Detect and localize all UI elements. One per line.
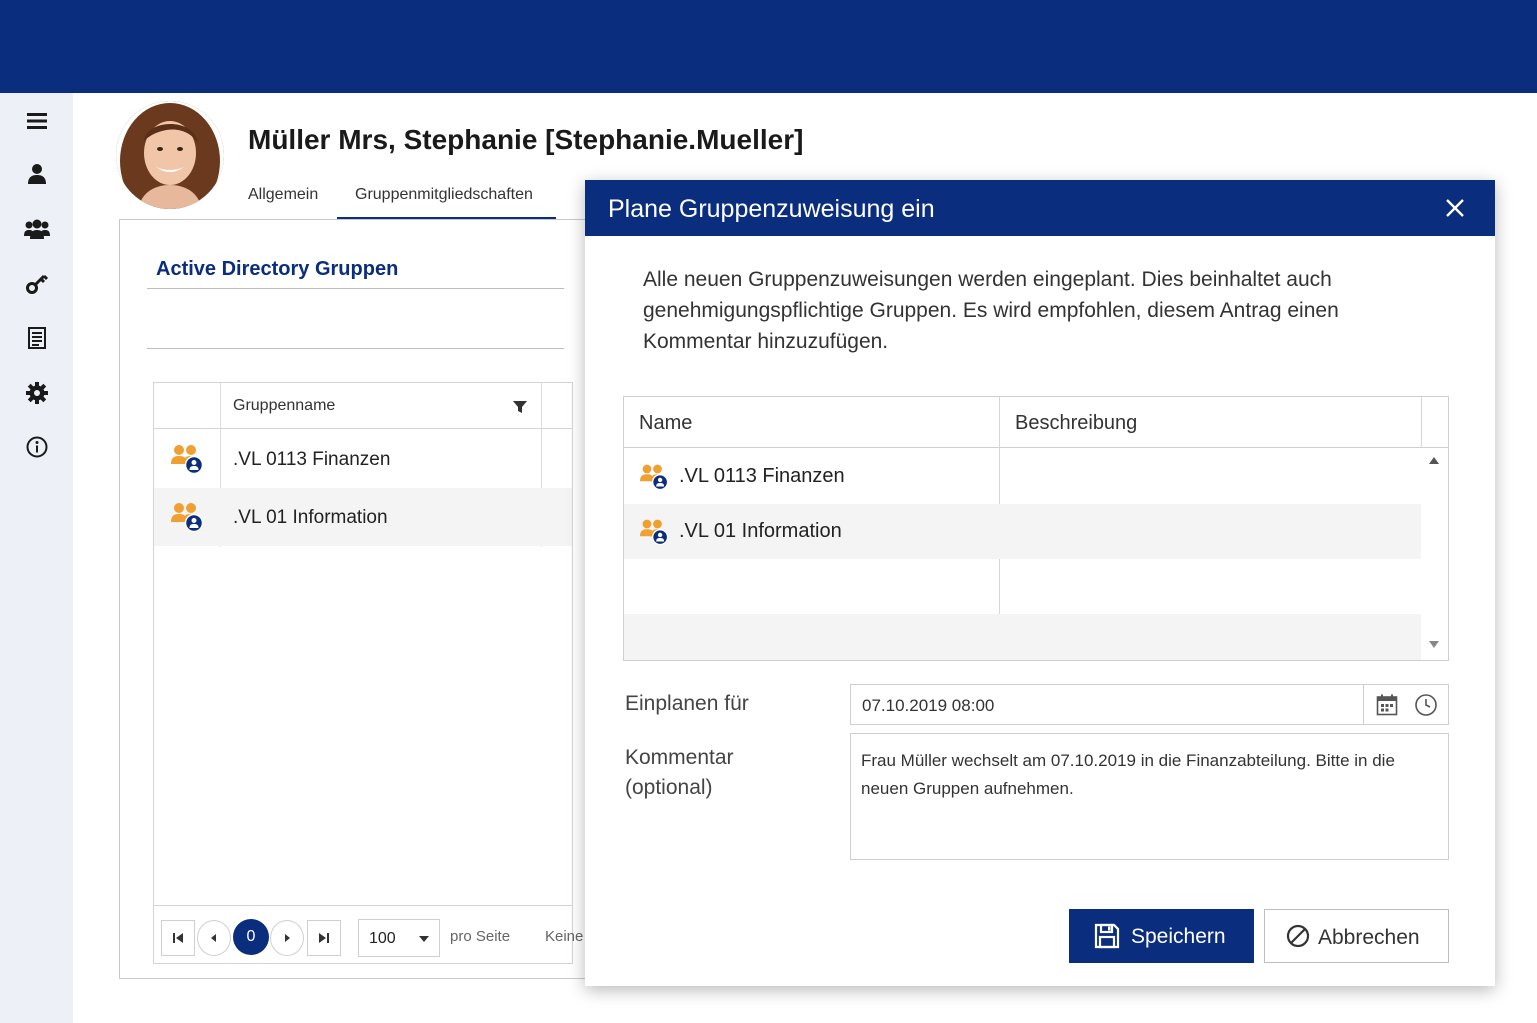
grid-header: Gruppenname (154, 383, 572, 429)
table-row[interactable]: .VL 0113 Finanzen (624, 449, 1421, 504)
avatar (116, 101, 224, 209)
comment-label: Kommentar (optional) (625, 743, 734, 803)
schedule-datetime-field[interactable]: 07.10.2019 08:00 (850, 684, 1449, 725)
document-list-icon[interactable] (22, 323, 52, 353)
divider (147, 348, 564, 349)
filter-icon[interactable] (512, 399, 528, 415)
group-name: .VL 01 Information (679, 520, 842, 542)
next-page-button[interactable] (270, 920, 304, 956)
dialog-header: Plane Gruppenzuweisung ein (585, 180, 1495, 236)
per-page-label: pro Seite (450, 928, 511, 945)
table-row[interactable]: .VL 01 Information (154, 488, 572, 546)
column-header-beschreibung[interactable]: Beschreibung (1015, 412, 1137, 435)
cancel-icon (1286, 924, 1310, 948)
divider (1363, 685, 1364, 724)
calendar-icon[interactable] (1375, 693, 1399, 717)
first-page-button[interactable] (161, 920, 195, 956)
column-header-name[interactable]: Name (639, 412, 692, 435)
info-icon[interactable] (22, 432, 52, 462)
assignment-table: Name Beschreibung .VL 0113 Finanzen .VL … (623, 396, 1449, 661)
page-size-value: 100 (369, 930, 396, 947)
sidebar (0, 93, 73, 1023)
user-icon[interactable] (22, 159, 52, 189)
column-header-gruppenname[interactable]: Gruppenname (233, 397, 335, 415)
schedule-dialog: Plane Gruppenzuweisung ein Alle neuen Gr… (585, 180, 1495, 986)
divider (147, 288, 564, 289)
comment-label-line1: Kommentar (625, 746, 734, 769)
group-icon (640, 464, 669, 490)
schedule-datetime-value: 07.10.2019 08:00 (862, 696, 995, 715)
first-page-icon (173, 933, 183, 943)
scrollbar[interactable] (1421, 448, 1448, 660)
menu-icon[interactable] (22, 106, 52, 136)
pager: 0 100 pro Seite Keine (154, 905, 583, 963)
table-header: Name Beschreibung (624, 397, 1448, 448)
empty-row (624, 614, 1421, 660)
table-row[interactable]: .VL 01 Information (624, 504, 1421, 559)
save-button[interactable]: Speichern (1069, 909, 1254, 963)
cancel-button[interactable]: Abbrechen (1264, 909, 1449, 963)
pager-status: Keine (545, 928, 584, 945)
users-group-icon[interactable] (22, 214, 52, 244)
group-icon (171, 445, 204, 474)
groups-grid: Gruppenname .VL 0113 Finanzen .VL 01 Inf… (153, 382, 583, 964)
top-bar (0, 0, 1537, 93)
floppy-disk-icon (1094, 923, 1120, 949)
empty-row (624, 559, 1421, 614)
chevron-down-icon (419, 936, 429, 942)
group-name: .VL 01 Information (233, 507, 388, 528)
previous-page-button[interactable] (197, 920, 231, 956)
comment-textarea[interactable]: Frau Müller wechselt am 07.10.2019 in di… (850, 733, 1449, 860)
save-button-label: Speichern (1131, 925, 1226, 948)
chevron-right-icon (285, 934, 290, 942)
group-icon (640, 519, 669, 545)
last-page-button[interactable] (307, 920, 341, 956)
group-name: .VL 0113 Finanzen (679, 465, 845, 487)
scroll-up-icon[interactable] (1429, 457, 1439, 464)
group-name: .VL 0113 Finanzen (233, 449, 391, 470)
tab-gruppenmitgliedschaften[interactable]: Gruppenmitgliedschaften (355, 186, 533, 204)
tab-allgemein[interactable]: Allgemein (248, 186, 318, 204)
cancel-button-label: Abbrechen (1318, 926, 1420, 949)
section-title: Active Directory Gruppen (156, 258, 399, 280)
key-icon[interactable] (22, 269, 52, 299)
table-row[interactable]: .VL 0113 Finanzen (154, 430, 572, 488)
schedule-label: Einplanen für (625, 692, 749, 715)
comment-label-line2: (optional) (625, 776, 713, 799)
gear-icon[interactable] (22, 378, 52, 408)
dialog-title: Plane Gruppenzuweisung ein (608, 195, 935, 223)
current-page-button[interactable]: 0 (233, 919, 269, 955)
chevron-left-icon (211, 934, 216, 942)
page-title: Müller Mrs, Stephanie [Stephanie.Mueller… (248, 124, 804, 155)
last-page-icon (319, 933, 329, 943)
scroll-down-icon[interactable] (1429, 641, 1439, 648)
dialog-description: Alle neuen Gruppenzuweisungen werden ein… (643, 268, 1339, 353)
group-icon (171, 503, 204, 532)
page-size-select[interactable]: 100 (358, 919, 440, 957)
clock-icon[interactable] (1414, 693, 1438, 717)
close-icon[interactable] (1443, 196, 1467, 220)
